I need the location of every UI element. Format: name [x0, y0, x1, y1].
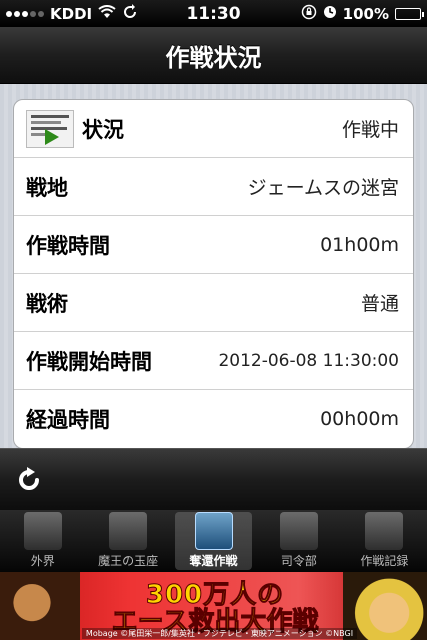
- refresh-icon: [19, 466, 39, 490]
- rotation-lock-icon: [301, 4, 317, 24]
- tab-demon-throne[interactable]: 魔王の玉座: [85, 510, 170, 572]
- bottom-toolbar: [0, 448, 427, 510]
- ad-credit: Mobage ©尾田栄一郎/集英社・フジテレビ・東映アニメーション ©NBGI: [82, 628, 357, 639]
- row-label: 作戦開始時間: [26, 349, 152, 374]
- row-label: 状況: [82, 117, 124, 142]
- ad-banner[interactable]: 300万人の エース救出大作戦 Mobage ©尾田栄一郎/集英社・フジテレビ・…: [0, 572, 427, 640]
- tab-label: 奪還作戦: [189, 554, 238, 568]
- map-icon: [194, 512, 233, 550]
- row-operation-time: 作戦時間 01h00m: [14, 216, 413, 274]
- row-label: 戦術: [26, 291, 68, 316]
- list-icon: [365, 512, 404, 550]
- demon-head-icon: [109, 512, 148, 550]
- row-value: 2012-06-08 11:30:00: [218, 350, 399, 371]
- page-title: 作戦状況: [165, 43, 262, 72]
- operation-status-table: 状況 作戦中 戦地 ジェームスの迷宮 作戦時間 01h00m 戦術 普通 作戦開…: [13, 99, 414, 448]
- carrier-name: KDDI: [50, 4, 93, 23]
- tab-headquarters[interactable]: 司令部: [256, 510, 341, 572]
- row-status: 状況 作戦中: [14, 100, 413, 158]
- row-battlefield: 戦地 ジェームスの迷宮: [14, 158, 413, 216]
- status-bar: KDDI 11:30 100%: [0, 0, 427, 27]
- battery-icon: [395, 7, 424, 20]
- status-left: KDDI: [6, 3, 166, 24]
- row-elapsed-time: 経過時間 00h00m: [14, 390, 413, 448]
- signal-strength-icon: [6, 10, 44, 17]
- row-value: ジェームスの迷宮: [247, 177, 399, 199]
- content-area[interactable]: 状況 作戦中 戦地 ジェームスの迷宮 作戦時間 01h00m 戦術 普通 作戦開…: [0, 84, 427, 448]
- tab-bar: 外界 魔王の玉座 奪還作戦 司令部 作戦記録: [0, 510, 427, 572]
- tab-label: 魔王の玉座: [98, 554, 159, 568]
- row-start-time: 作戦開始時間 2012-06-08 11:30:00: [14, 332, 413, 390]
- tab-recapture-operation[interactable]: 奪還作戦: [171, 510, 256, 572]
- tab-label: 作戦記録: [360, 554, 409, 568]
- refresh-button[interactable]: [14, 465, 44, 495]
- status-time: 11:30: [186, 3, 241, 24]
- alarm-icon: [323, 5, 337, 23]
- gate-icon: [23, 512, 62, 550]
- operation-thumbnail-icon: [26, 109, 74, 148]
- wifi-icon: [98, 4, 116, 23]
- soldiers-icon: [279, 512, 318, 550]
- row-tactic: 戦術 普通: [14, 274, 413, 332]
- tab-label: 司令部: [280, 554, 317, 568]
- tab-operation-log[interactable]: 作戦記録: [342, 510, 427, 572]
- status-right: 100%: [261, 4, 424, 24]
- row-label: 経過時間: [26, 408, 110, 432]
- row-value: 作戦中: [341, 119, 399, 141]
- tab-label: 外界: [30, 554, 55, 568]
- play-icon: [45, 128, 59, 145]
- row-label: 作戦時間: [26, 233, 110, 258]
- character-portrait-left: [0, 572, 80, 640]
- tab-outside[interactable]: 外界: [0, 510, 85, 572]
- row-value: 普通: [360, 293, 399, 315]
- row-label: 戦地: [26, 175, 68, 200]
- battery-percentage: 100%: [342, 4, 389, 23]
- sync-icon: [122, 3, 138, 24]
- navigation-bar: 作戦状況: [0, 27, 427, 84]
- row-value: 00h00m: [320, 408, 399, 430]
- row-value: 01h00m: [320, 233, 399, 256]
